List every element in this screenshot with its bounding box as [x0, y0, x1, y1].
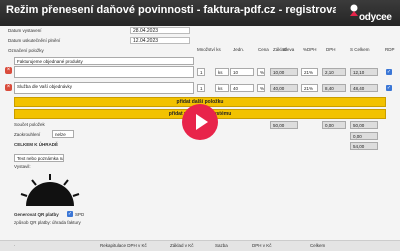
summary-label: Rekapitulace DPH v Kč: [100, 243, 147, 248]
item-description-1[interactable]: [14, 66, 194, 78]
rdp-checkbox-1[interactable]: ✓: [386, 69, 392, 75]
item-price-1[interactable]: 10: [230, 68, 254, 76]
rounding-select[interactable]: nelze: [52, 130, 74, 138]
taxable-date-label: Datum uskutečnění plnění: [8, 38, 61, 43]
brand-name: odycee: [359, 12, 392, 23]
item-base-2: 40,00: [270, 84, 298, 92]
grand-total-label: CELKEM K ÚHRADĚ: [14, 142, 59, 147]
col-vat: DPH: [326, 47, 336, 52]
col-total: S Celkem: [350, 47, 370, 52]
col-unit: Jedn.: [233, 47, 245, 52]
issue-date-field[interactable]: 28.04.2023: [130, 27, 190, 34]
summary-hint: ·: [14, 243, 16, 248]
item-qty-2[interactable]: 1: [197, 84, 205, 92]
item-unit-2[interactable]: ks: [215, 84, 229, 92]
item-vat-rate-2[interactable]: 21%: [301, 84, 318, 92]
item-qty-1[interactable]: 1: [197, 68, 205, 76]
item-vat-2: 8,40: [322, 84, 346, 92]
item-name-label: Označení položky: [8, 48, 44, 53]
summary-footer: · Rekapitulace DPH v Kč Základ v Kč Sazb…: [0, 240, 400, 251]
item-total-2: 48,40: [350, 84, 378, 92]
item-description-0[interactable]: Fakturujeme objednané produkty: [14, 57, 194, 65]
item-discount-2[interactable]: %: [257, 84, 265, 92]
item-vat-rate-1[interactable]: 21%: [301, 68, 318, 76]
play-icon: [196, 114, 208, 130]
issue-date-label: Datum vystavení: [8, 28, 42, 33]
qr-label: Generovat QR platby: [14, 212, 59, 217]
item-total-1: 12,10: [350, 68, 378, 76]
sum-total: 50,00: [350, 121, 378, 129]
sum-label: Součet položek: [14, 122, 45, 127]
delete-item-icon[interactable]: ×: [5, 67, 12, 74]
col-qty: Množství ks: [197, 47, 221, 52]
qr-checkbox[interactable]: ✓: [67, 211, 73, 217]
summary-total: Celkem: [310, 243, 326, 248]
video-play-button[interactable]: [182, 104, 218, 140]
issued-by-label: Vystavil:: [14, 164, 31, 169]
summary-rate: Sazba: [215, 243, 228, 248]
col-rdp: RDP: [385, 47, 395, 52]
qr-payment-value: úhrada faktury: [52, 220, 81, 225]
taxable-date-field[interactable]: 12.04.2023: [130, 37, 190, 44]
stamp-sun-icon: [20, 174, 80, 206]
col-price: Cena: [258, 47, 269, 52]
item-unit-1[interactable]: ks: [215, 68, 229, 76]
item-base-1: 10,00: [270, 68, 298, 76]
grand-total: 54,00: [350, 142, 378, 150]
col-base: Základ: [273, 47, 287, 52]
item-vat-1: 2,10: [322, 68, 346, 76]
vat-total: 0,00: [322, 121, 346, 129]
extra-total: 0,00: [350, 132, 378, 140]
base-total: 50,00: [270, 121, 298, 129]
summary-vat: DPH v Kč: [252, 243, 272, 248]
window-title: Režim přenesení daňové povinnosti - fakt…: [6, 4, 336, 16]
item-discount-1[interactable]: %: [257, 68, 265, 76]
rounding-label: Zaokrouhlení: [14, 132, 41, 137]
delete-item-icon[interactable]: ×: [5, 84, 12, 91]
qr-payment-label: způsob QR platby:: [14, 220, 52, 225]
item-price-2[interactable]: 40: [230, 84, 254, 92]
col-vat-rate: %DPH: [303, 47, 317, 52]
rdp-checkbox-2[interactable]: ✓: [386, 85, 392, 91]
item-description-2[interactable]: Služba dle Vaší objednávky: [14, 82, 194, 94]
qr-type: SPD: [75, 212, 85, 217]
note-field[interactable]: Text nebo poznámka na faktuře: [14, 154, 64, 162]
summary-base: Základ v Kč: [170, 243, 194, 248]
